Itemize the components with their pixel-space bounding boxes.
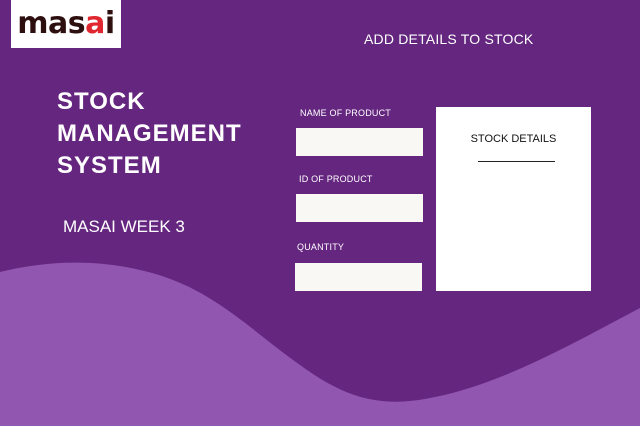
product-name-input[interactable]	[296, 128, 423, 156]
hero-subtitle: MASAI WEEK 3	[63, 217, 185, 236]
product-id-label: ID OF PRODUCT	[299, 174, 373, 184]
hero-title-line: SYSTEM	[57, 152, 162, 179]
app-screen: masai ADD DETAILS TO STOCK STOCK MANAGEM…	[0, 0, 640, 426]
page-header-title: ADD DETAILS TO STOCK	[364, 31, 534, 47]
quantity-input[interactable]	[295, 263, 422, 291]
hero-title-line: STOCK	[57, 88, 146, 115]
logo-wordmark: masai	[17, 5, 115, 41]
hero-title-line: MANAGEMENT	[57, 120, 242, 147]
stock-details-title: STOCK DETAILS	[470, 133, 557, 145]
stock-details-panel: STOCK DETAILS	[436, 107, 591, 291]
masai-logo[interactable]: masai	[11, 0, 121, 48]
product-name-label: NAME OF PRODUCT	[300, 108, 392, 118]
hero-title: STOCK MANAGEMENT SYSTEM	[57, 86, 287, 182]
title-underline	[478, 161, 555, 162]
quantity-label: QUANTITY	[297, 242, 345, 252]
product-id-input[interactable]	[296, 194, 423, 222]
